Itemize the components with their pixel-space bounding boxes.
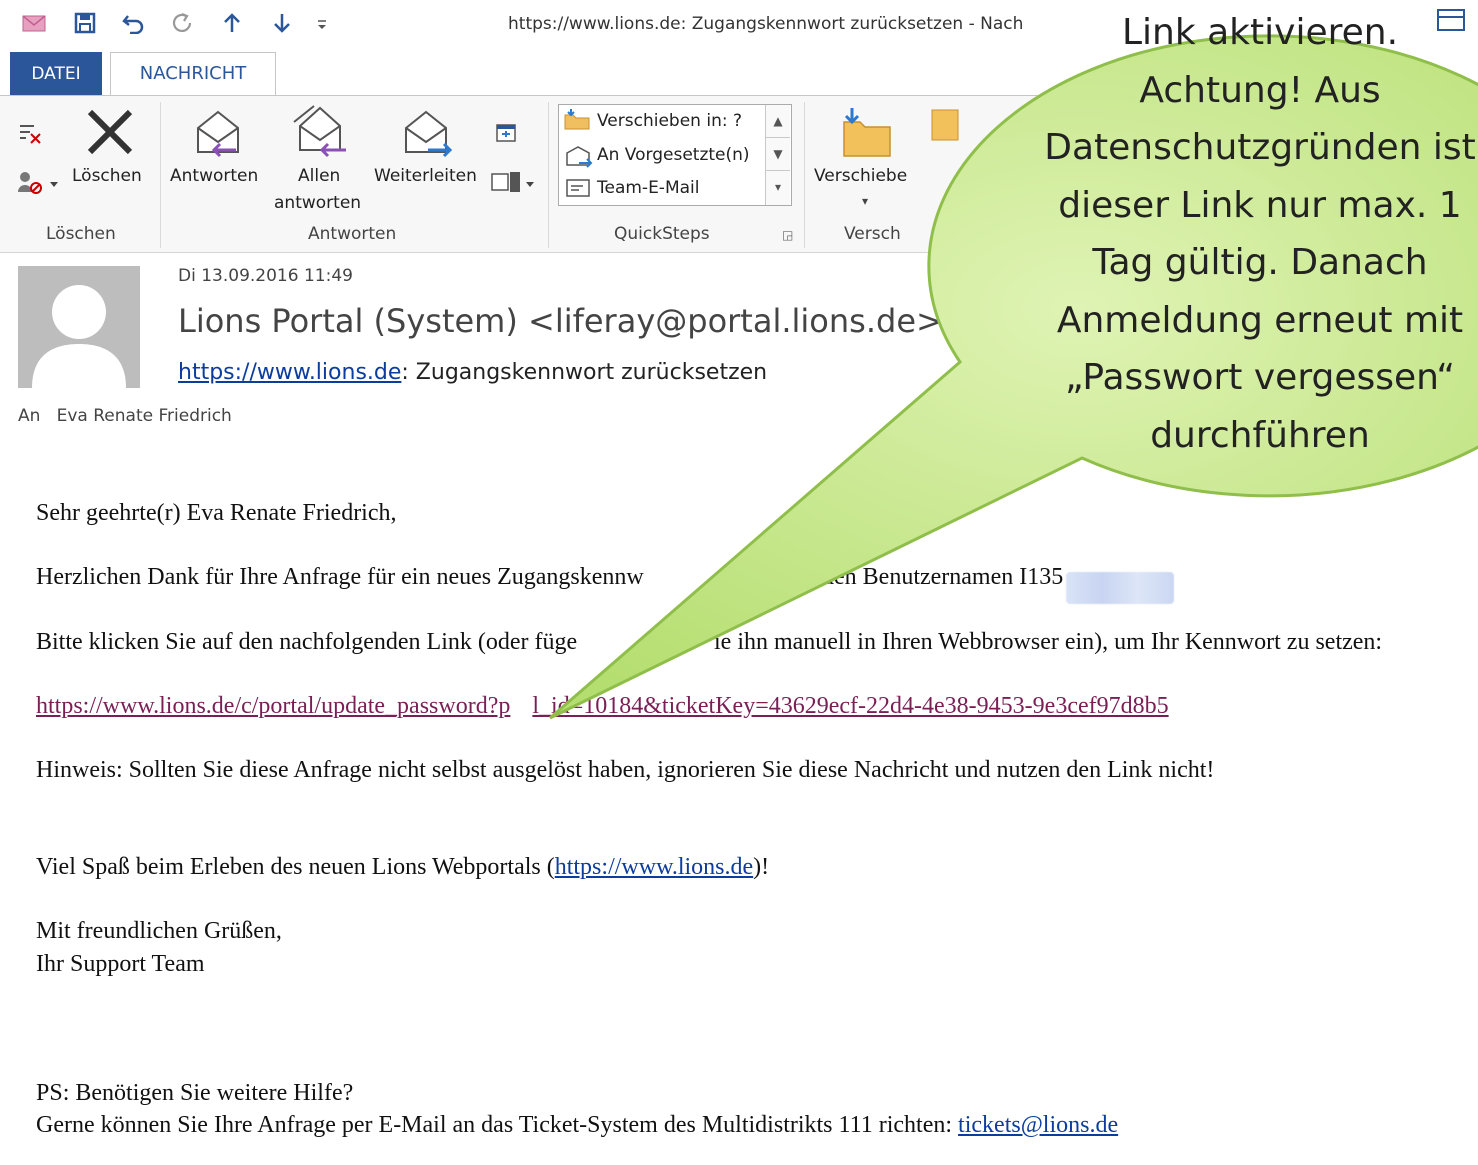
callout-line: durchführen (1150, 414, 1370, 456)
callout-line: Tag gültig. Danach (1092, 242, 1428, 283)
callout-line: dieser Link nur max. 1 (1058, 184, 1462, 226)
callout-line: Achtung! Aus (1139, 69, 1381, 111)
callout-line: Link aktivieren. (1121, 12, 1399, 53)
callout-line: Anmeldung erneut mit (1056, 299, 1464, 341)
callout-line: Datenschutzgründen ist (1044, 127, 1476, 168)
callout-text: Link aktivieren. Achtung! Aus Datenschut… (1010, 4, 1478, 464)
callout-line: „Passwort vergessen“ (1065, 357, 1455, 398)
